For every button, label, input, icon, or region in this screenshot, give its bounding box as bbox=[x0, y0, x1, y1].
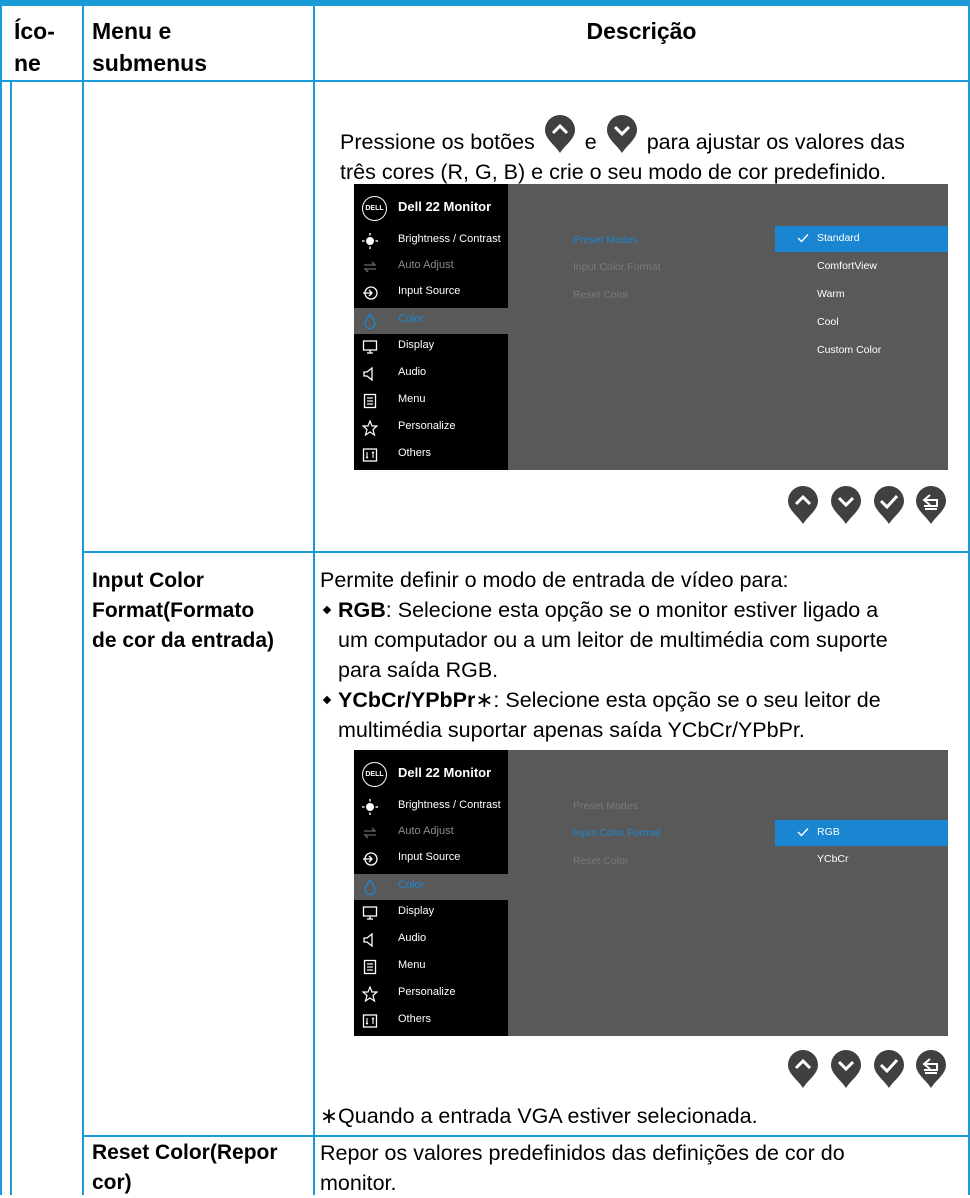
confirm-button-icon bbox=[874, 1050, 904, 1088]
osd-option-cool: Cool bbox=[817, 316, 839, 328]
monitor-buttons bbox=[786, 486, 946, 526]
osd-option-standard: Standard bbox=[775, 226, 948, 252]
confirm-button-icon bbox=[874, 486, 904, 524]
osd-menu-personalize: Personalize bbox=[354, 415, 508, 441]
vga-footnote: ∗Quando a entrada VGA estiver selecionad… bbox=[320, 1104, 758, 1128]
osd-menu-display: Display bbox=[354, 334, 508, 360]
osd-menu-color: Color bbox=[354, 308, 508, 334]
custom-color-instruction: Pressione os botões e para ajustar os va… bbox=[340, 115, 965, 187]
up-button-icon bbox=[544, 115, 575, 153]
monitor-buttons bbox=[786, 1050, 946, 1090]
osd-menu-color: Color bbox=[354, 874, 508, 900]
osd-title: Dell 22 Monitor bbox=[398, 199, 492, 214]
audio-icon bbox=[363, 932, 373, 948]
check-icon bbox=[797, 234, 809, 243]
table-border bbox=[82, 6, 84, 1195]
osd-menu-audio: Audio bbox=[354, 361, 508, 387]
osd-menu-menu: Menu bbox=[354, 954, 508, 980]
bullet-ycbcr: YCbCr/YPbPr∗: Selecione esta opção se o … bbox=[320, 685, 965, 745]
star-icon bbox=[362, 420, 378, 436]
header-menu-column: Menu e submenus bbox=[92, 18, 208, 76]
osd-option-rgb: RGB bbox=[775, 820, 948, 846]
bullet-rgb: RGB: Selecione esta opção se o monitor e… bbox=[320, 595, 965, 685]
menu-input-color-format: Input Color Format(Formato de cor da ent… bbox=[92, 569, 275, 652]
osd-menu-display: Display bbox=[354, 900, 508, 926]
brightness-icon bbox=[362, 799, 378, 815]
input-color-format-description: Permite definir o modo de entrada de víd… bbox=[320, 565, 965, 745]
table-border bbox=[10, 80, 12, 1195]
top-accent-bar bbox=[0, 0, 970, 6]
table-border bbox=[0, 80, 970, 82]
back-button-icon bbox=[916, 1050, 946, 1088]
table-border bbox=[313, 6, 315, 1195]
osd-sub-preset-modes: Preset Modes bbox=[573, 800, 638, 812]
osd-sub-reset-color: Reset Color bbox=[573, 289, 629, 301]
others-icon bbox=[362, 1014, 378, 1028]
reset-color-description: Repor os valores predefinidos das defini… bbox=[320, 1141, 845, 1195]
osd-option-custom-color: Custom Color bbox=[817, 344, 882, 356]
osd-menu-brightness: Brightness / Contrast bbox=[354, 794, 508, 820]
down-button-icon bbox=[831, 486, 861, 524]
color-icon bbox=[364, 313, 376, 329]
auto-adjust-icon bbox=[363, 261, 377, 273]
osd-option-ycbcr: YCbCr bbox=[817, 853, 849, 865]
up-button-icon bbox=[788, 486, 818, 524]
osd-sub-reset-color: Reset Color bbox=[573, 855, 629, 867]
display-icon bbox=[362, 340, 378, 354]
down-button-icon bbox=[606, 115, 637, 153]
osd-menu-audio: Audio bbox=[354, 927, 508, 953]
osd-menu-input-source: Input Source bbox=[354, 846, 508, 872]
osd-menu-input-source: Input Source bbox=[354, 280, 508, 306]
others-icon bbox=[362, 448, 378, 462]
table-border bbox=[82, 551, 970, 553]
header-description-column: Descrição bbox=[586, 18, 697, 44]
menu-icon bbox=[363, 393, 377, 409]
osd-title: Dell 22 Monitor bbox=[398, 765, 492, 780]
input-source-icon bbox=[363, 852, 378, 866]
osd-option-warm: Warm bbox=[817, 288, 845, 300]
star-icon bbox=[362, 986, 378, 1002]
menu-icon bbox=[363, 959, 377, 975]
check-icon bbox=[797, 828, 809, 837]
osd-sub-input-color-format: Input Color Format bbox=[573, 261, 661, 273]
brightness-icon bbox=[362, 233, 378, 249]
color-icon bbox=[364, 879, 376, 895]
down-button-icon bbox=[831, 1050, 861, 1088]
audio-icon bbox=[363, 366, 373, 382]
table-border bbox=[0, 6, 2, 1195]
header-icon-column: Íco- ne bbox=[14, 18, 55, 76]
back-button-icon bbox=[916, 486, 946, 524]
osd-menu-auto-adjust: Auto Adjust bbox=[354, 820, 508, 846]
osd-menu-personalize: Personalize bbox=[354, 981, 508, 1007]
auto-adjust-icon bbox=[363, 827, 377, 839]
table-border bbox=[82, 1135, 970, 1137]
display-icon bbox=[362, 906, 378, 920]
up-button-icon bbox=[788, 1050, 818, 1088]
osd-option-comfortview: ComfortView bbox=[817, 260, 877, 272]
osd-screenshot-color-preset: DELL Dell 22 Monitor Brightness / Contra… bbox=[354, 184, 948, 470]
dell-logo: DELL bbox=[362, 762, 387, 787]
menu-reset-color: Reset Color(Repor cor) bbox=[92, 1141, 278, 1194]
osd-menu-auto-adjust: Auto Adjust bbox=[354, 254, 508, 280]
osd-screenshot-input-color-format: DELL Dell 22 Monitor Brightness / Contra… bbox=[354, 750, 948, 1036]
input-source-icon bbox=[363, 286, 378, 300]
dell-logo: DELL bbox=[362, 196, 387, 221]
osd-menu-brightness: Brightness / Contrast bbox=[354, 228, 508, 254]
osd-sub-preset-modes: Preset Modes bbox=[573, 234, 638, 246]
osd-menu-others: Others bbox=[354, 1008, 508, 1034]
osd-menu-menu: Menu bbox=[354, 388, 508, 414]
osd-menu-others: Others bbox=[354, 442, 508, 468]
input-color-intro: Permite definir o modo de entrada de víd… bbox=[320, 568, 789, 592]
osd-sub-input-color-format: Input Color Format bbox=[573, 827, 661, 839]
